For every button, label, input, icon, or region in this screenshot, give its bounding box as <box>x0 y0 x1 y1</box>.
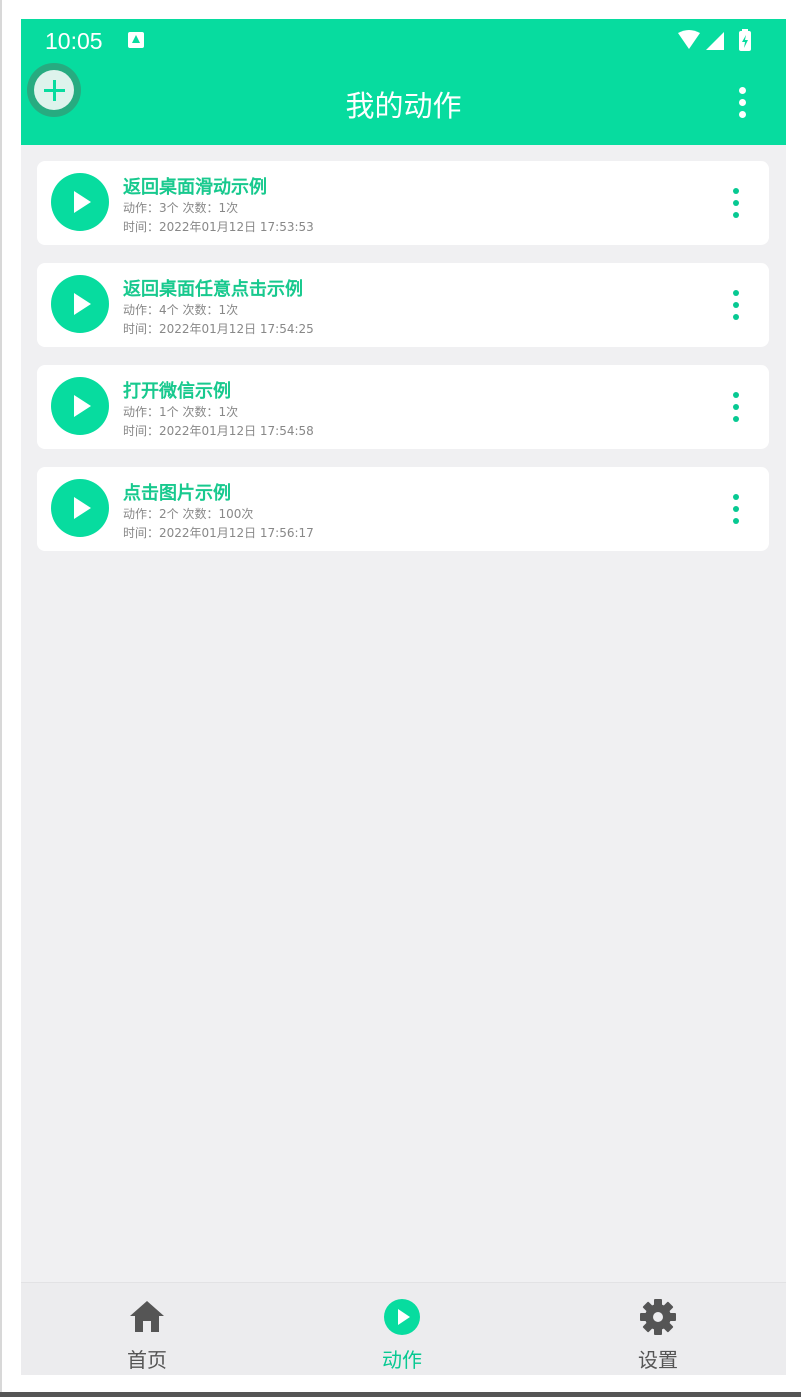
play-icon[interactable] <box>51 479 109 537</box>
nav-settings[interactable]: 设置 <box>598 1297 718 1373</box>
dot-icon <box>733 200 739 206</box>
action-stats: 动作：2个 次数：100次 <box>123 507 254 521</box>
nav-actions[interactable]: 动作 <box>342 1297 462 1373</box>
action-meta: 动作：2个 次数：100次 时间：2022年01月12日 17:56:17 <box>123 505 314 543</box>
gear-icon <box>640 1299 676 1335</box>
dot-icon <box>739 111 746 118</box>
dot-icon <box>733 290 739 296</box>
play-circle-icon <box>384 1299 420 1335</box>
status-time: 10:05 <box>45 28 103 54</box>
action-meta: 动作：4个 次数：1次 时间：2022年01月12日 17:54:25 <box>123 301 314 339</box>
play-icon[interactable] <box>51 275 109 333</box>
phone-screen: 10:05 我的动作 返回桌面滑动示例 动作：3个 次数：1次 时间：2022年… <box>21 19 786 1375</box>
action-meta: 动作：3个 次数：1次 时间：2022年01月12日 17:53:53 <box>123 199 314 237</box>
dot-icon <box>733 302 739 308</box>
dot-icon <box>733 518 739 524</box>
action-stats: 动作：3个 次数：1次 <box>123 201 239 215</box>
battery-icon <box>739 29 751 51</box>
card-menu-button[interactable] <box>731 188 741 220</box>
action-card[interactable]: 点击图片示例 动作：2个 次数：100次 时间：2022年01月12日 17:5… <box>37 467 769 551</box>
notification-icon <box>128 32 144 48</box>
screen-frame: 10:05 我的动作 返回桌面滑动示例 动作：3个 次数：1次 时间：2022年… <box>0 0 801 1397</box>
action-time: 时间：2022年01月12日 17:56:17 <box>123 526 314 540</box>
frame-bottom-border <box>0 1392 801 1397</box>
action-name: 点击图片示例 <box>123 483 231 504</box>
action-stats: 动作：4个 次数：1次 <box>123 303 239 317</box>
nav-home-label: 首页 <box>127 1348 167 1372</box>
action-stats: 动作：1个 次数：1次 <box>123 405 239 419</box>
card-menu-button[interactable] <box>731 494 741 526</box>
bottom-nav: 首页 动作 设置 <box>21 1282 786 1375</box>
page-title: 我的动作 <box>345 89 462 123</box>
play-icon[interactable] <box>51 173 109 231</box>
action-list: 返回桌面滑动示例 动作：3个 次数：1次 时间：2022年01月12日 17:5… <box>37 161 769 569</box>
dot-icon <box>733 212 739 218</box>
action-meta: 动作：1个 次数：1次 时间：2022年01月12日 17:54:58 <box>123 403 314 441</box>
dot-icon <box>733 314 739 320</box>
signal-icon <box>706 32 724 50</box>
dot-icon <box>733 404 739 410</box>
action-name: 返回桌面滑动示例 <box>123 177 267 198</box>
app-header: 10:05 我的动作 <box>21 19 786 145</box>
action-card[interactable]: 返回桌面任意点击示例 动作：4个 次数：1次 时间：2022年01月12日 17… <box>37 263 769 347</box>
dot-icon <box>739 87 746 94</box>
home-icon <box>130 1301 164 1332</box>
action-name: 返回桌面任意点击示例 <box>123 279 303 300</box>
nav-actions-label: 动作 <box>382 1348 422 1372</box>
dot-icon <box>733 494 739 500</box>
wifi-icon <box>678 30 700 49</box>
card-menu-button[interactable] <box>731 392 741 424</box>
dot-icon <box>733 506 739 512</box>
card-menu-button[interactable] <box>731 290 741 322</box>
frame-edge <box>0 0 2 1397</box>
status-icons <box>678 29 751 51</box>
action-time: 时间：2022年01月12日 17:54:25 <box>123 322 314 336</box>
more-options-button[interactable] <box>733 87 753 119</box>
action-name: 打开微信示例 <box>123 381 231 402</box>
dot-icon <box>739 99 746 106</box>
dot-icon <box>733 416 739 422</box>
action-time: 时间：2022年01月12日 17:54:58 <box>123 424 314 438</box>
play-icon[interactable] <box>51 377 109 435</box>
dot-icon <box>733 392 739 398</box>
nav-settings-label: 设置 <box>638 1348 678 1372</box>
dot-icon <box>733 188 739 194</box>
action-card[interactable]: 返回桌面滑动示例 动作：3个 次数：1次 时间：2022年01月12日 17:5… <box>37 161 769 245</box>
nav-home[interactable]: 首页 <box>87 1297 207 1373</box>
action-time: 时间：2022年01月12日 17:53:53 <box>123 220 314 234</box>
action-card[interactable]: 打开微信示例 动作：1个 次数：1次 时间：2022年01月12日 17:54:… <box>37 365 769 449</box>
